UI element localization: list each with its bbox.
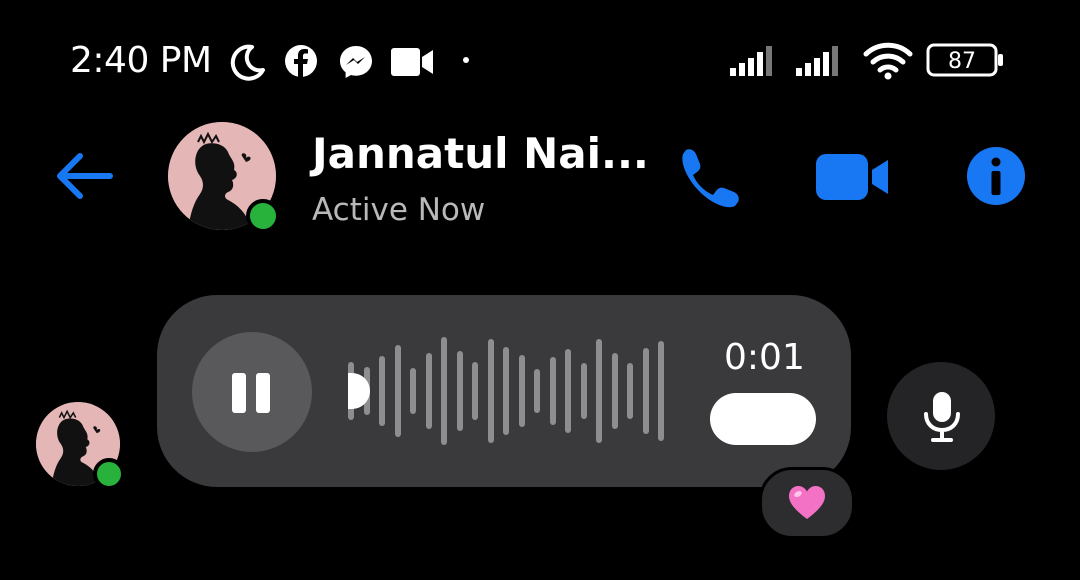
waveform-bar [658, 341, 664, 441]
online-indicator [246, 199, 280, 233]
waveform-bar [441, 337, 447, 445]
back-button[interactable] [52, 148, 116, 204]
pause-button[interactable] [192, 332, 312, 452]
phone-icon [682, 149, 739, 208]
waveform-bar [534, 369, 540, 413]
status-time: 2:40 PM [70, 40, 212, 81]
signal-1-icon [730, 46, 772, 76]
record-voice-button[interactable] [887, 362, 995, 470]
waveform-bar [394, 345, 401, 437]
video-call-button[interactable] [814, 150, 890, 204]
waveform-bar [580, 363, 587, 419]
waveform-bar [456, 351, 463, 431]
arrow-left-icon [57, 153, 113, 199]
wifi-icon [863, 42, 913, 80]
voice-duration: 0:01 [724, 337, 805, 378]
waveform-bar [379, 356, 385, 426]
waveform-bar [642, 348, 649, 434]
video-camera-icon [391, 48, 433, 76]
dot-icon [463, 57, 469, 63]
signal-2-icon [796, 46, 838, 76]
waveform-bar [503, 347, 509, 435]
contact-name[interactable]: Jannatul Nai... [312, 128, 649, 180]
waveform-bar [611, 353, 618, 429]
info-button[interactable] [966, 146, 1026, 206]
message-reaction[interactable] [759, 467, 855, 539]
battery-level: 87 [948, 49, 976, 74]
contact-status: Active Now [312, 192, 486, 228]
playback-speed-button[interactable] [710, 393, 816, 445]
battery-icon: 87 [926, 43, 1003, 77]
pause-icon [232, 373, 272, 413]
waveform-bar [472, 362, 478, 420]
info-icon [967, 147, 1025, 205]
messenger-icon [340, 46, 372, 78]
voice-call-button[interactable] [672, 144, 744, 208]
waveform-bar [549, 357, 556, 425]
sender-online-indicator [93, 458, 125, 490]
audio-waveform[interactable] [340, 335, 670, 447]
moon-icon [230, 44, 265, 81]
waveform-bar [410, 368, 416, 414]
waveform-bar [518, 355, 525, 427]
waveform-bar [425, 353, 432, 429]
microphone-icon [924, 392, 960, 442]
waveform-bar [596, 339, 602, 443]
waveform-bar [565, 349, 571, 433]
waveform-bar [487, 339, 494, 443]
facebook-icon [285, 45, 317, 77]
heart-icon [789, 486, 825, 519]
waveform-bar [627, 363, 633, 419]
video-icon [816, 154, 888, 200]
